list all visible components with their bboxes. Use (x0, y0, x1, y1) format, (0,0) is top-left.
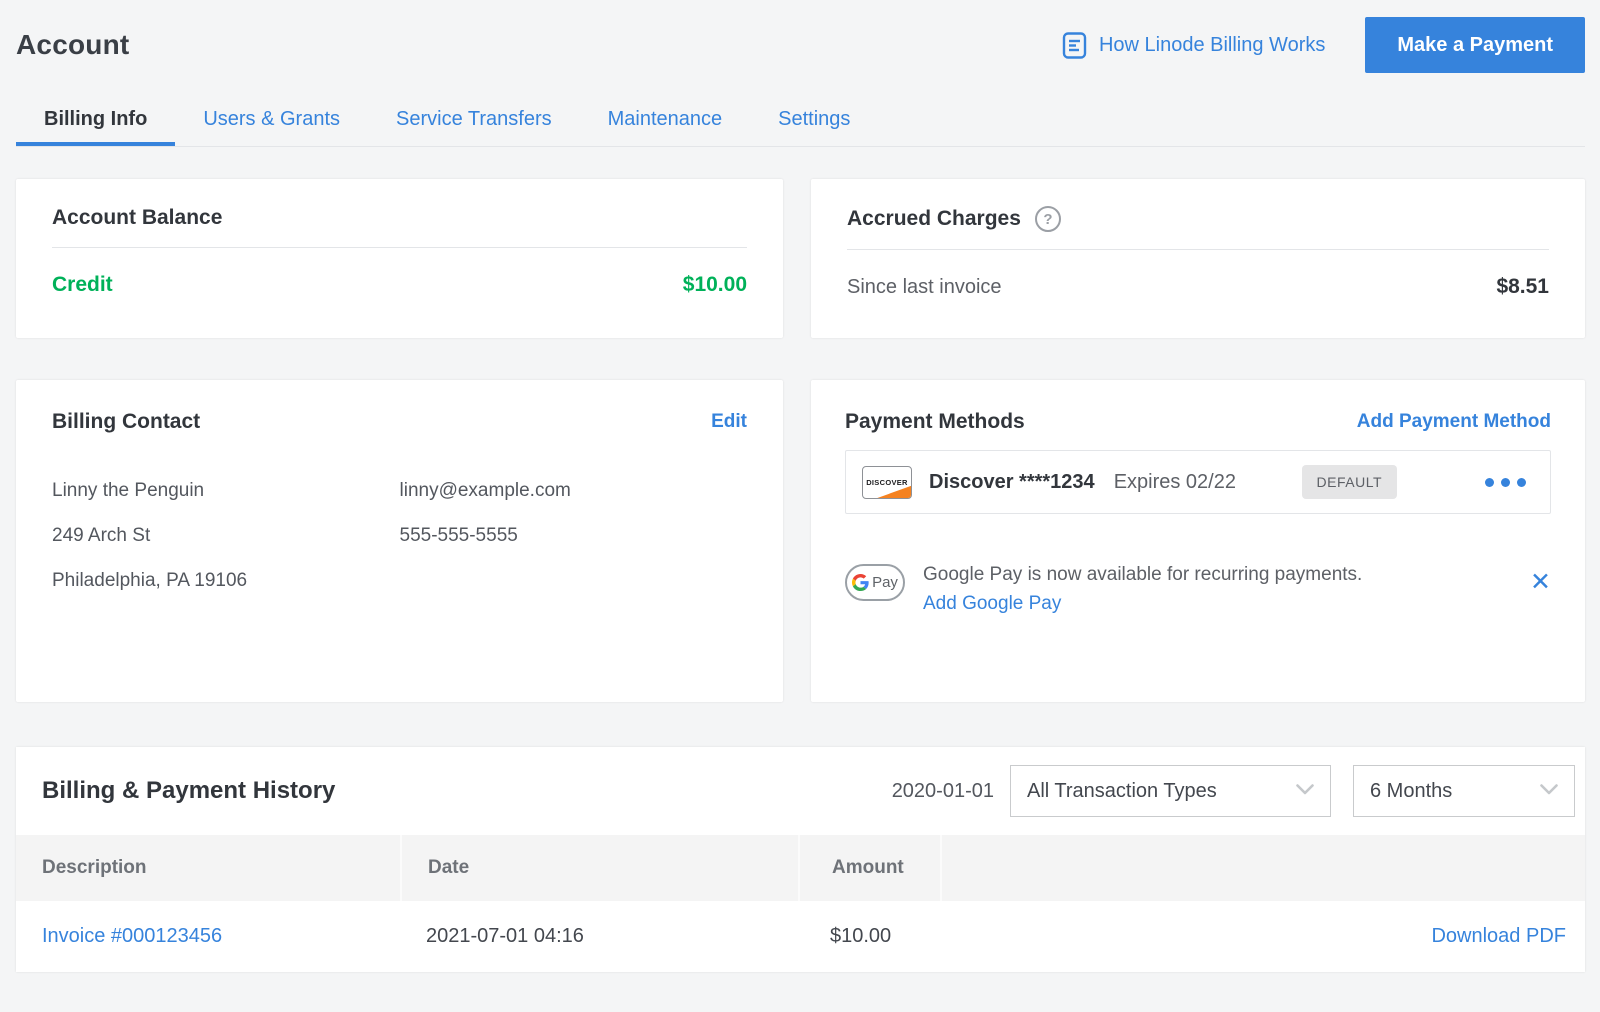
payment-method-row: DISCOVER Discover ****1234 Expires 02/22… (845, 450, 1551, 514)
billing-contact-title: Billing Contact (52, 410, 200, 434)
discover-card-icon: DISCOVER (862, 466, 912, 499)
google-pay-banner: Pay Google Pay is now available for recu… (845, 564, 1551, 615)
payment-methods-head: Payment Methods Add Payment Method (845, 410, 1551, 434)
contact-street: 249 Arch St (52, 525, 400, 547)
transaction-type-select[interactable]: All Transaction Types (1010, 765, 1331, 817)
billing-history-title: Billing & Payment History (42, 777, 892, 805)
billing-history-header: Billing & Payment History 2020-01-01 All… (16, 747, 1585, 835)
tab-settings[interactable]: Settings (750, 95, 878, 146)
billing-contact-card: Billing Contact Edit Linny the Penguin 2… (16, 380, 783, 702)
discover-logo-text: DISCOVER (866, 478, 908, 487)
accrued-charges-label: Since last invoice (847, 276, 1002, 299)
divider (847, 249, 1549, 250)
add-payment-method-link[interactable]: Add Payment Method (1357, 411, 1551, 433)
edit-billing-contact-link[interactable]: Edit (711, 411, 747, 433)
history-start-date: 2020-01-01 (892, 780, 994, 803)
accrued-charges-amount: $8.51 (1496, 275, 1549, 299)
invoice-date-cell: 2021-07-01 04:16 (400, 925, 798, 948)
payment-methods-title: Payment Methods (845, 410, 1025, 434)
column-header-date: Date (400, 835, 798, 901)
transaction-type-value: All Transaction Types (1027, 780, 1217, 803)
how-billing-works-label: How Linode Billing Works (1099, 34, 1325, 57)
discover-swoosh (876, 486, 912, 499)
google-pay-icon: Pay (845, 564, 905, 601)
tab-maintenance[interactable]: Maintenance (580, 95, 751, 146)
account-tabs: Billing Info Users & Grants Service Tran… (16, 95, 1585, 147)
billing-contact-details: Linny the Penguin 249 Arch St Philadelph… (52, 480, 747, 592)
google-pay-logo-text: Pay (872, 574, 898, 591)
date-range-select[interactable]: 6 Months (1353, 765, 1575, 817)
tab-billing-info[interactable]: Billing Info (16, 95, 175, 146)
contact-city: Philadelphia, PA 19106 (52, 570, 400, 592)
column-header-amount: Amount (798, 835, 940, 901)
billing-history-panel: Billing & Payment History 2020-01-01 All… (16, 747, 1585, 972)
how-billing-works-link[interactable]: How Linode Billing Works (1062, 31, 1325, 60)
account-billing-page: Account How Linode Billing Works Make a … (0, 0, 1600, 972)
chevron-down-icon (1540, 782, 1558, 800)
invoice-amount-cell: $10.00 (798, 925, 940, 948)
topbar-actions: How Linode Billing Works Make a Payment (1062, 17, 1585, 73)
summary-grid: Account Balance Credit $10.00 Accrued Ch… (16, 179, 1585, 702)
accrued-charges-title-row: Accrued Charges (847, 206, 1549, 232)
help-icon[interactable] (1035, 206, 1061, 232)
history-table-header: Description Date Amount (16, 835, 1585, 901)
card-actions-menu-icon[interactable] (1485, 478, 1526, 487)
column-header-actions (940, 835, 1585, 901)
account-balance-card: Account Balance Credit $10.00 (16, 179, 783, 338)
card-number-label: Discover ****1234 (929, 471, 1095, 494)
contact-email: linny@example.com (400, 480, 748, 502)
invoice-cell: Invoice #000123456 (16, 925, 400, 948)
divider (52, 247, 747, 248)
accrued-charges-title: Accrued Charges (847, 207, 1021, 231)
accrued-charges-row: Since last invoice $8.51 (847, 275, 1549, 299)
contact-name: Linny the Penguin (52, 480, 400, 502)
close-icon[interactable] (1530, 570, 1551, 595)
add-google-pay-link[interactable]: Add Google Pay (923, 593, 1362, 615)
tab-service-transfers[interactable]: Service Transfers (368, 95, 580, 146)
topbar: Account How Linode Billing Works Make a … (16, 0, 1585, 73)
page-title: Account (16, 29, 129, 61)
balance-status-label: Credit (52, 273, 113, 297)
invoice-link[interactable]: Invoice #000123456 (42, 925, 222, 947)
google-pay-message: Google Pay is now available for recurrin… (923, 564, 1362, 586)
chevron-down-icon (1296, 782, 1314, 800)
table-row: Invoice #000123456 2021-07-01 04:16 $10.… (16, 901, 1585, 972)
billing-contact-head: Billing Contact Edit (52, 410, 747, 434)
download-pdf-link[interactable]: Download PDF (1431, 925, 1566, 947)
card-expiry-label: Expires 02/22 (1114, 471, 1236, 494)
contact-address-column: Linny the Penguin 249 Arch St Philadelph… (52, 480, 400, 592)
google-g-icon (852, 574, 869, 591)
document-icon (1062, 31, 1087, 60)
account-balance-row: Credit $10.00 (52, 273, 747, 297)
default-badge: DEFAULT (1302, 465, 1397, 499)
date-range-value: 6 Months (1370, 780, 1452, 803)
contact-comms-column: linny@example.com 555-555-5555 (400, 480, 748, 592)
make-payment-button[interactable]: Make a Payment (1365, 17, 1585, 73)
invoice-action-cell: Download PDF (940, 925, 1585, 948)
contact-phone: 555-555-5555 (400, 525, 748, 547)
column-header-description: Description (16, 835, 400, 901)
google-pay-text: Google Pay is now available for recurrin… (923, 564, 1362, 615)
account-balance-title: Account Balance (52, 206, 747, 230)
balance-amount: $10.00 (683, 273, 747, 297)
tab-users-grants[interactable]: Users & Grants (175, 95, 368, 146)
accrued-charges-card: Accrued Charges Since last invoice $8.51 (811, 179, 1585, 338)
payment-methods-card: Payment Methods Add Payment Method DISCO… (811, 380, 1585, 702)
